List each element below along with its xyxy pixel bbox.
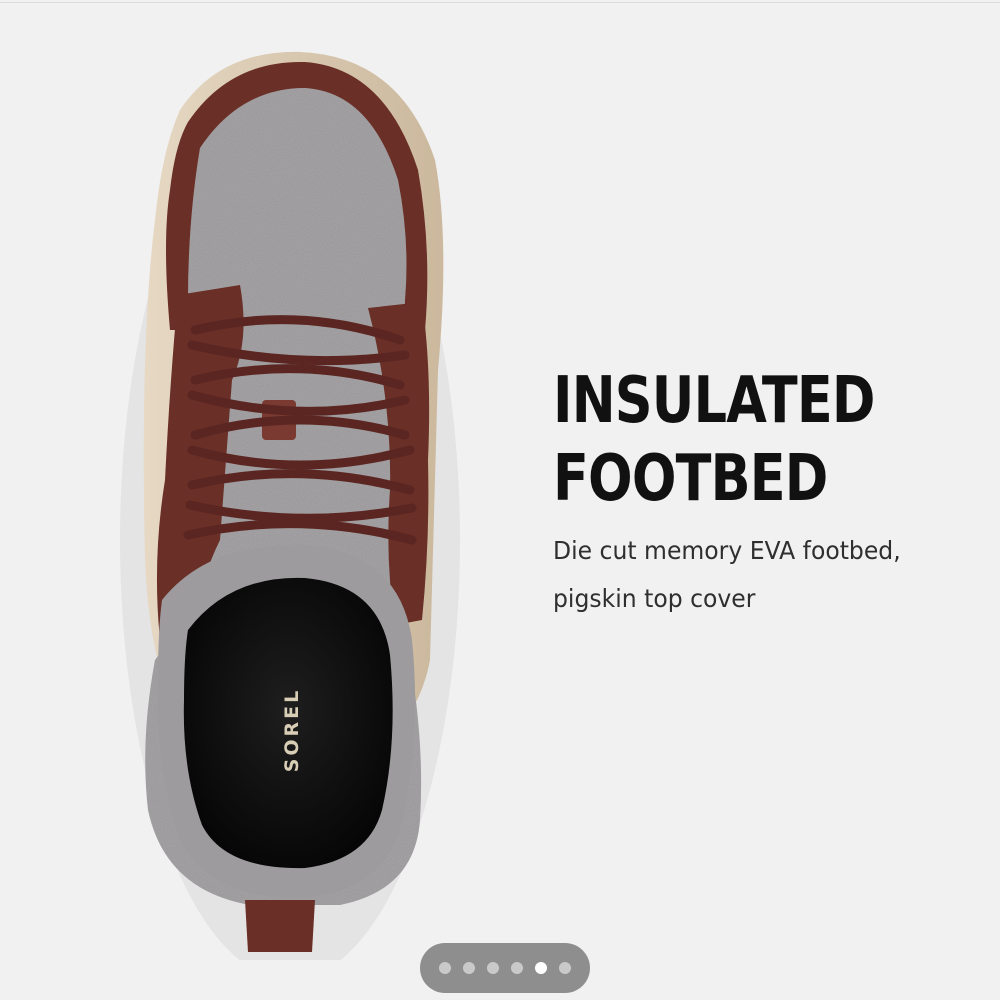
pager-dot-1[interactable]: [439, 962, 451, 974]
feature-headline: INSULATED FOOTBED: [553, 362, 906, 518]
headline-line-2: FOOTBED: [553, 442, 828, 516]
heel-pull-tab: [245, 900, 315, 952]
description-line-1: Die cut memory EVA footbed,: [553, 536, 901, 565]
pager-dot-6[interactable]: [559, 962, 571, 974]
headline-line-1: INSULATED: [553, 364, 875, 438]
pager-dot-2[interactable]: [463, 962, 475, 974]
pager-dot-5[interactable]: [535, 962, 547, 974]
top-divider: [0, 2, 1000, 3]
boot-image: SOREL: [120, 51, 460, 960]
brand-mark: SOREL: [281, 688, 303, 773]
pager-dot-4[interactable]: [511, 962, 523, 974]
description-line-2: pigskin top cover: [553, 584, 756, 613]
pager-dot-3[interactable]: [487, 962, 499, 974]
feature-description: Die cut memory EVA footbed, pigskin top …: [553, 527, 957, 623]
carousel-pager: [420, 943, 590, 993]
product-slide: SOREL INSULATED FOOTBED Die cut memory E…: [0, 0, 1000, 1000]
